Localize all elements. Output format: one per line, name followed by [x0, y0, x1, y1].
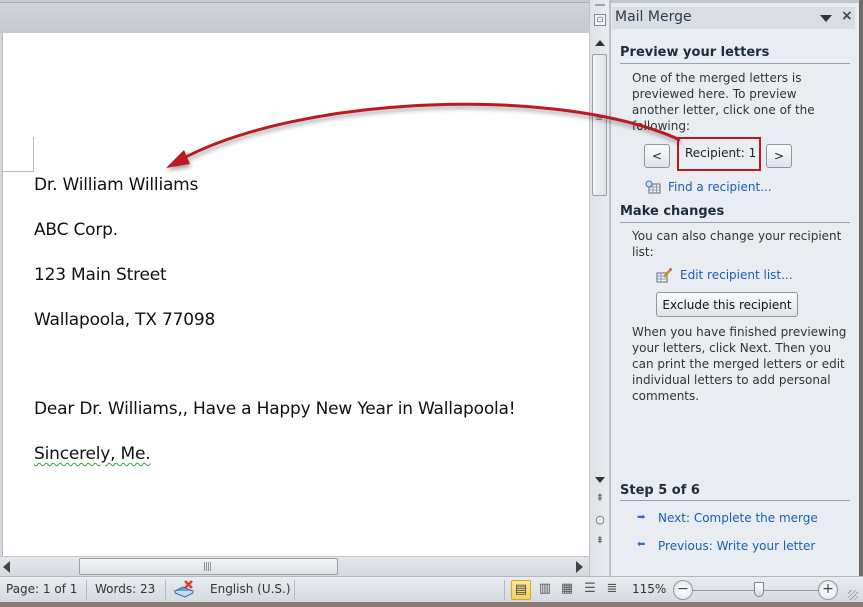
step-heading: Step 5 of 6 — [620, 483, 700, 498]
horizontal-scrollbar[interactable]: |||| — [0, 556, 589, 576]
address-street-line[interactable]: 123 Main Street — [34, 265, 167, 285]
close-icon[interactable]: × — [841, 8, 853, 24]
recipient-label: Recipient: 1 — [685, 146, 757, 160]
zoom-level[interactable]: 115% — [632, 582, 666, 596]
draft-view-button[interactable]: ≣ — [602, 580, 622, 600]
greeting-line[interactable]: Dear Dr. Williams,, Have a Happy New Yea… — [34, 399, 516, 419]
recipient-indicator: Recipient: 1 — [677, 137, 761, 171]
make-changes-heading: Make changes — [620, 204, 725, 219]
web-layout-view-button[interactable]: ▦ — [557, 580, 577, 600]
proofing-errors-icon[interactable] — [173, 580, 195, 598]
preview-description: One of the merged letters is previewed h… — [632, 71, 815, 133]
scroll-down-icon[interactable] — [595, 477, 605, 483]
page-count-status[interactable]: Page: 1 of 1 — [6, 582, 77, 596]
next-recipient-button[interactable]: > — [766, 144, 792, 168]
address-company-line[interactable]: ABC Corp. — [34, 220, 118, 240]
split-handle[interactable] — [595, 4, 605, 6]
pane-top-border — [611, 0, 859, 3]
status-separator — [86, 580, 87, 600]
print-layout-view-button[interactable]: ▤ — [511, 580, 531, 600]
outline-view-button[interactable]: ☰ — [580, 580, 600, 600]
section-divider — [620, 500, 850, 501]
arrow-right-icon: ➡ — [637, 512, 646, 523]
previous-step-link[interactable]: Previous: Write your letter — [658, 539, 815, 553]
grip-icon: ≡ — [595, 113, 604, 124]
next-page-icon[interactable]: ⇟ — [594, 535, 606, 546]
document-page[interactable] — [2, 33, 589, 556]
previous-recipient-button[interactable]: < — [644, 144, 670, 168]
status-separator — [294, 580, 295, 600]
margin-corner-mark — [2, 137, 34, 172]
vertical-scrollbar[interactable]: ⊡ ≡ ⇞ ○ ⇟ — [589, 0, 610, 576]
document-area: Dr. William Williams ABC Corp. 123 Main … — [0, 0, 589, 556]
edit-list-icon — [656, 267, 672, 283]
next-step-link[interactable]: Next: Complete the merge — [658, 511, 818, 525]
full-screen-reading-view-button[interactable]: ▥ — [535, 580, 555, 600]
arrow-left-icon: ⬅ — [637, 539, 646, 550]
scroll-up-icon[interactable] — [595, 40, 605, 46]
scroll-right-icon[interactable] — [576, 561, 583, 573]
mail-merge-pane: Mail Merge × Preview your letters One of… — [610, 0, 863, 576]
pane-header: Mail Merge × — [612, 7, 855, 29]
pane-options-dropdown-icon[interactable] — [820, 15, 832, 22]
resize-grip-icon[interactable] — [848, 590, 858, 600]
status-separator — [504, 580, 505, 600]
preview-section-heading: Preview your letters — [620, 45, 770, 60]
window-bottom-edge — [0, 602, 863, 607]
language-status[interactable]: English (U.S.) — [210, 582, 291, 596]
finish-instructions: When you have finished previewing your l… — [632, 325, 847, 403]
section-divider — [620, 222, 850, 223]
pane-title: Mail Merge — [615, 9, 692, 25]
select-browse-object-icon[interactable]: ○ — [594, 513, 606, 526]
vertical-scroll-thumb[interactable]: ≡ — [592, 54, 607, 196]
status-separator — [165, 580, 166, 600]
zoom-in-button[interactable]: + — [818, 580, 838, 600]
address-name-line[interactable]: Dr. William Williams — [34, 175, 198, 195]
zoom-out-button[interactable]: − — [673, 580, 693, 600]
scroll-left-icon[interactable] — [3, 561, 10, 573]
find-recipient-link[interactable]: Find a recipient... — [668, 180, 772, 194]
changes-description: You can also change your recipient list: — [632, 229, 842, 259]
document-top-margin — [0, 3, 589, 33]
edit-recipient-list-link[interactable]: Edit recipient list... — [680, 268, 793, 282]
horizontal-scroll-thumb[interactable]: |||| — [79, 558, 338, 575]
view-ruler-icon[interactable]: ⊡ — [594, 14, 606, 26]
address-city-line[interactable]: Wallapoola, TX 77098 — [34, 310, 215, 330]
zoom-slider-thumb[interactable] — [754, 582, 764, 597]
status-bar: Page: 1 of 1 Words: 23 English (U.S.) ▤ … — [0, 576, 863, 602]
find-recipient-icon — [645, 180, 661, 194]
previous-page-icon[interactable]: ⇞ — [594, 493, 606, 504]
closing-line[interactable]: Sincerely, Me. — [34, 444, 151, 464]
exclude-recipient-button[interactable]: Exclude this recipient — [656, 292, 798, 317]
word-count-status[interactable]: Words: 23 — [95, 582, 155, 596]
grip-icon: |||| — [203, 562, 212, 572]
section-divider — [620, 63, 850, 64]
